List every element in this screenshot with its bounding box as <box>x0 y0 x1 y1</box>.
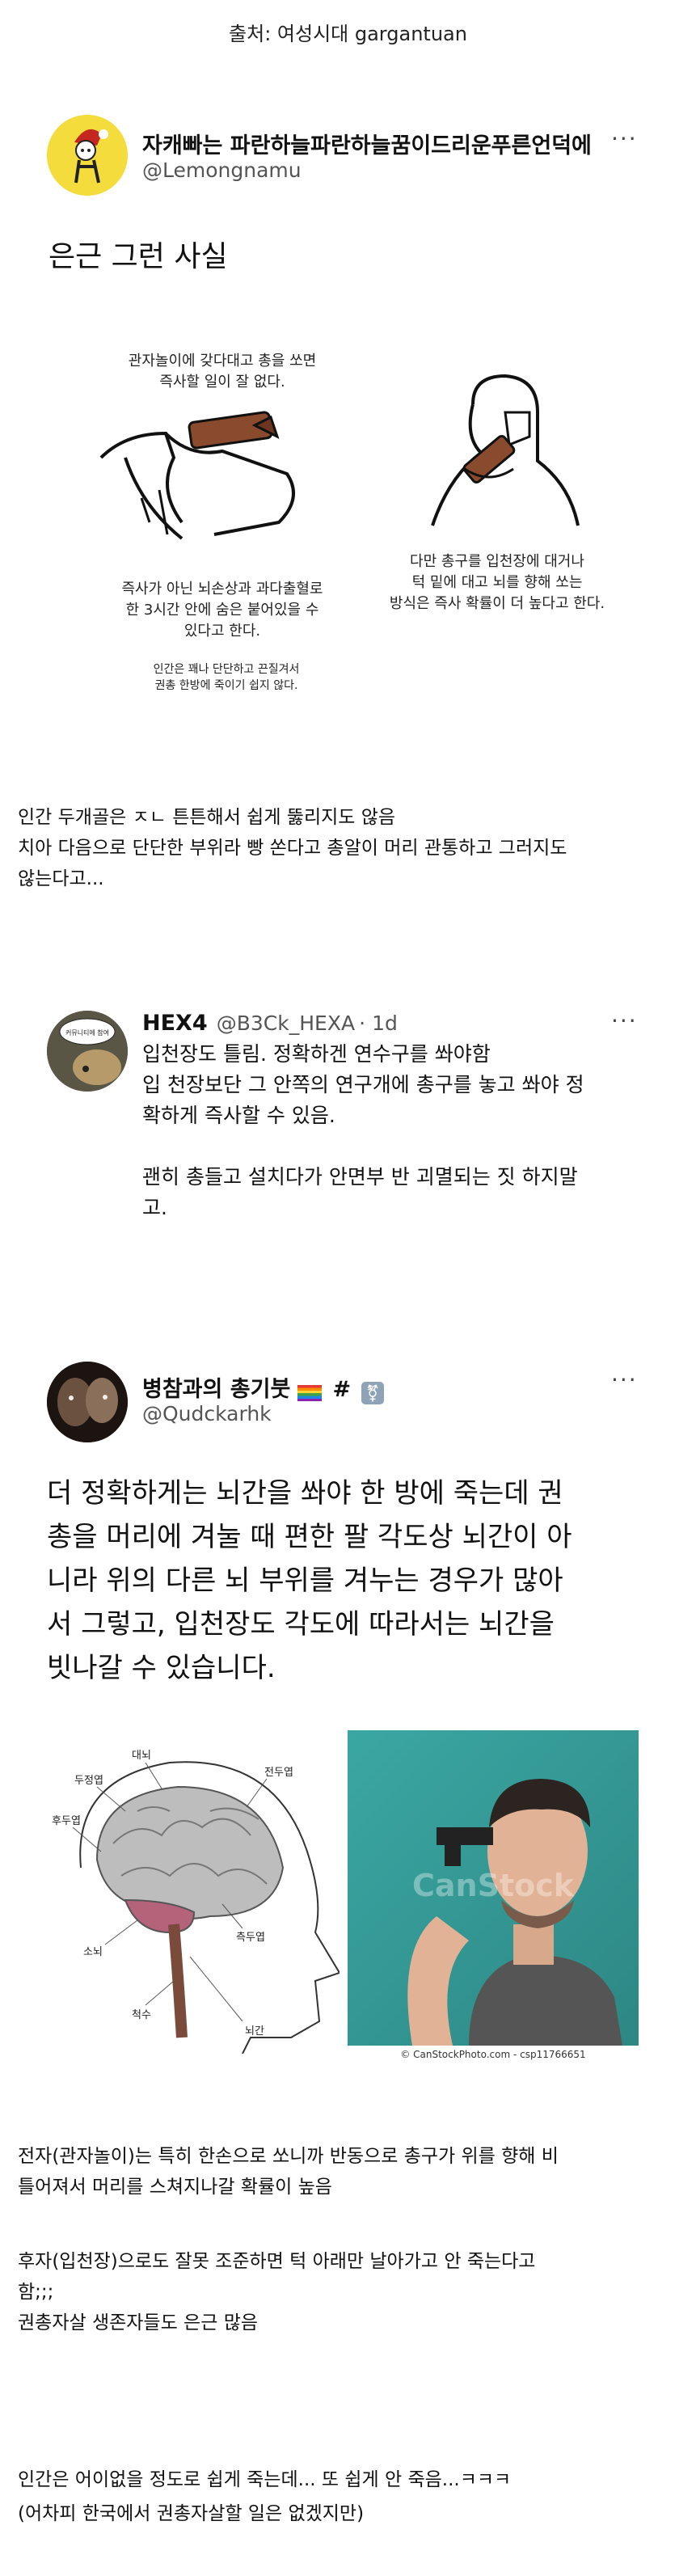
comment-2: 전자(관자놀이)는 특히 한손으로 쏘니까 반동으로 총구가 위를 향해 비 틀… <box>18 2146 559 2198</box>
timestamp[interactable]: · 1d <box>359 1011 398 1035</box>
mouth-shot-drawing <box>431 374 580 526</box>
caption-temple: 관자놀이에 갖다대고 총을 쏘면 즉사할 일이 잘 없다. <box>128 353 317 391</box>
photo-credit: © CanStockPhoto.com - csp11766651 <box>400 2049 586 2060</box>
display-name[interactable]: HEX4 <box>142 1011 208 1036</box>
more-options-icon[interactable]: ··· <box>611 125 638 152</box>
avatar[interactable] <box>47 1362 128 1442</box>
caption-tough-humans: 인간은 꽤나 단단하고 끈질겨서 권총 한방에 죽이기 쉽지 않다. <box>153 663 300 692</box>
temple-shot-drawing <box>99 411 295 540</box>
comment-4: 인간은 어이없을 정도로 쉽게 죽는데... 또 쉽게 안 죽음...ㅋㅋㅋ (… <box>18 2469 512 2524</box>
handle[interactable]: @Lemongnamu <box>142 158 302 182</box>
gender-symbol-icon: ⚧ <box>361 1381 385 1404</box>
tweet-text: 입천장도 틀림. 정확하겐 연수구를 쏴야함 입 천장보단 그 안쪽의 연구개에… <box>142 1042 584 1219</box>
caption-brain-damage: 즉사가 아닌 뇌손상과 과다출혈로 한 3시간 안에 숨은 붙어있을 수 있다고… <box>121 581 323 640</box>
more-options-icon[interactable]: ··· <box>611 1007 638 1034</box>
avatar[interactable]: 커뮤니티에 참여 <box>47 1011 128 1092</box>
tweet-text: 더 정확하게는 뇌간을 쏴야 한 방에 죽는데 권 총을 머리에 겨눌 때 편한… <box>47 1477 572 1684</box>
label-cerebrum: 대뇌 <box>132 1750 151 1762</box>
caption-palate: 다만 총구를 입천장에 대거나 턱 밑에 대고 뇌를 향해 쏘는 방식은 즉사 … <box>389 553 605 612</box>
display-name[interactable]: 자캐빠는 파란하늘파란하늘꿈이드리운푸른언덕에 <box>142 128 592 159</box>
handle[interactable]: @Qudckarhk <box>142 1402 272 1425</box>
watermark: CanStock <box>411 1868 575 1903</box>
handle[interactable]: @B3Ck_HEXA <box>217 1011 355 1035</box>
stock-photo: CanStock <box>348 1730 639 2046</box>
label-temporal: 측두엽 <box>236 1932 265 1944</box>
rainbow-flag-icon <box>297 1384 323 1401</box>
brain-diagram: 대뇌 두정엽 전두엽 후두엽 측두엽 소뇌 척수 뇌간 <box>52 1750 340 2054</box>
label-occipital: 후두엽 <box>52 1815 81 1827</box>
display-name[interactable]: 병참과의 총기붓 <box>142 1377 290 1402</box>
comment-3: 후자(입천장)으로도 잘못 조준하면 턱 아래만 날아가고 안 죽는다고 함;;… <box>18 2251 536 2333</box>
user-line: HEX4 @B3Ck_HEXA · 1d <box>142 1011 398 1036</box>
label-brainstem: 뇌간 <box>245 2025 264 2038</box>
user-line: 병참과의 총기붓 # ⚧ <box>142 1371 385 1404</box>
tweet-text: 은근 그런 사실 <box>49 240 228 273</box>
comment-1: 인간 두개골은 ㅈㄴ 튼튼해서 쉽게 뚫리지도 않음 치아 다음으로 단단한 부… <box>18 807 567 889</box>
label-cerebellum: 소뇌 <box>83 1946 103 1958</box>
label-frontal: 전두엽 <box>264 1767 293 1779</box>
avatar[interactable] <box>47 115 128 196</box>
avatar-speech-bubble: 커뮤니티에 참여 <box>65 1028 109 1037</box>
label-parietal: 두정엽 <box>74 1775 103 1787</box>
comic-illustration: 관자놀이에 갖다대고 총을 쏘면 즉사할 일이 잘 없다. 즉사가 아닌 뇌손상… <box>77 340 626 720</box>
more-options-icon[interactable]: ··· <box>611 1366 638 1393</box>
label-spinal-cord: 척수 <box>132 2009 151 2021</box>
hash-symbol: # <box>332 1377 352 1402</box>
source-credit: 출처: 여성시대 gargantuan <box>229 23 467 45</box>
